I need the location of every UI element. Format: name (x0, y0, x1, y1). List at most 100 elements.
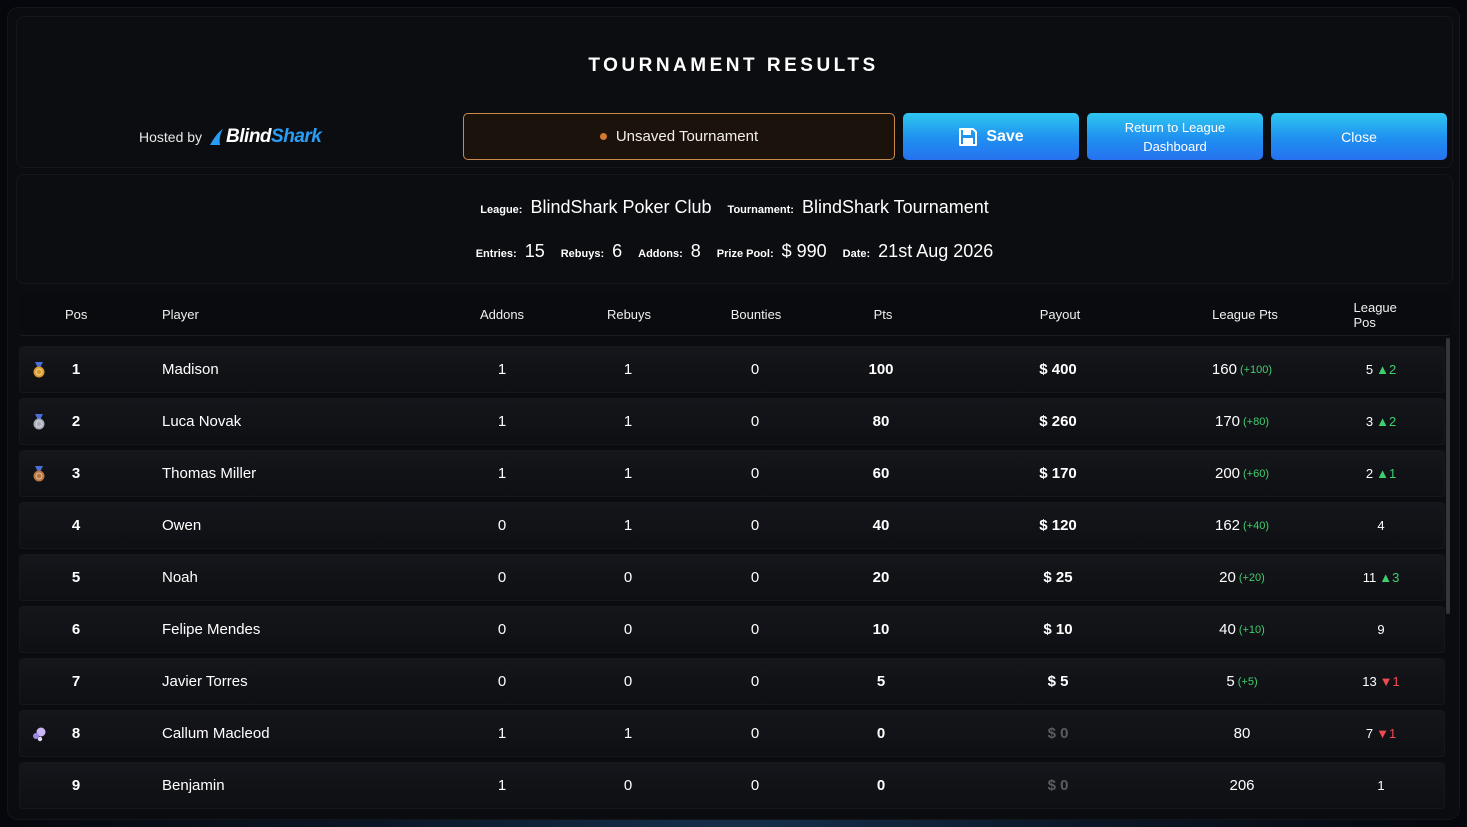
pos-cell: 2 (71, 413, 81, 430)
payout-cell: $ 25 (1043, 569, 1073, 586)
rebuys-cell: 1 (623, 413, 633, 430)
player-name-cell[interactable]: Javier Torres (162, 659, 248, 704)
prize-pool-value: $ 990 (781, 241, 827, 261)
league-pts-value: 20 (1219, 569, 1236, 586)
addons-cell: 0 (497, 517, 507, 534)
bounties-cell: 0 (750, 621, 760, 638)
hosted-by: Hosted by BlindShark (139, 124, 322, 150)
pos-cell: 1 (71, 361, 81, 378)
pos-cell: 9 (71, 777, 81, 794)
pts-cell: 80 (872, 413, 890, 430)
payout-cell: $ 400 (1039, 361, 1077, 378)
league-pts-cell: 40 (+10) (1219, 607, 1265, 652)
league-pos-cell: 9 (1377, 607, 1384, 652)
league-pos-cell: 1 (1377, 763, 1384, 808)
rebuys-cell: 0 (623, 777, 633, 794)
status-dot-icon (599, 133, 607, 140)
save-button[interactable]: Save (903, 113, 1079, 160)
close-button[interactable]: Close (1271, 113, 1447, 160)
league-pts-value: 170 (1214, 413, 1241, 430)
league-pts-value: 40 (1219, 621, 1236, 638)
player-name-cell[interactable]: Benjamin (162, 763, 225, 808)
league-pos-cell: 4 (1377, 503, 1384, 548)
silver-medal-icon (33, 414, 45, 430)
table-row[interactable]: 8 Callum Macleod 1 1 0 0 $ 0 80 7 ▼ 1 (19, 710, 1445, 757)
player-name-cell[interactable]: Felipe Mendes (162, 607, 260, 652)
addons-cell: 1 (497, 465, 507, 482)
league-pts-value: 206 (1229, 777, 1255, 794)
return-to-dashboard-button[interactable]: Return to League Dashboard (1087, 113, 1263, 160)
rebuys-cell: 1 (623, 517, 633, 534)
column-header-pts[interactable]: Pts (874, 293, 893, 336)
league-name: BlindShark Poker Club (530, 197, 712, 217)
table-row[interactable]: 3 Thomas Miller 1 1 0 60 $ 170 200 (+60) … (19, 450, 1445, 497)
pts-cell: 100 (868, 361, 894, 378)
table-row[interactable]: 5 Noah 0 0 0 20 $ 25 20 (+20) 11 ▲ 3 (19, 554, 1445, 601)
table-scrollbar[interactable] (1446, 338, 1450, 614)
tournament-info-panel: League: BlindShark Poker Club Tournament… (16, 174, 1453, 284)
hosted-by-label: Hosted by (139, 129, 203, 145)
column-header-payout[interactable]: Payout (1040, 293, 1080, 336)
league-pts-cell: 206 (1229, 763, 1254, 808)
prize-pool-label: Prize Pool: (716, 248, 774, 260)
pts-cell: 20 (872, 569, 890, 586)
column-header-league-pos[interactable]: League Pos (1354, 293, 1419, 336)
date-value: 21st Aug 2026 (878, 241, 994, 261)
player-name-cell[interactable]: Owen (162, 503, 201, 548)
player-name-cell[interactable]: Noah (162, 555, 198, 600)
league-pos-cell: 5 ▲ 2 (1366, 347, 1396, 392)
trend-value: 2 (1388, 362, 1397, 377)
bounties-cell: 0 (750, 465, 760, 482)
pts-cell: 0 (876, 777, 886, 794)
date-label: Date: (842, 248, 871, 260)
pos-cell: 4 (71, 517, 81, 534)
league-pts-delta: (+100) (1239, 363, 1273, 376)
trend-value: 3 (1392, 570, 1400, 585)
table-row[interactable]: 6 Felipe Mendes 0 0 0 10 $ 10 40 (+10) 9 (19, 606, 1445, 653)
column-header-player[interactable]: Player (162, 293, 199, 336)
rebuys-cell: 1 (623, 465, 633, 482)
player-name-cell[interactable]: Luca Novak (162, 399, 241, 444)
bounties-cell: 0 (750, 413, 760, 430)
table-row[interactable]: 7 Javier Torres 0 0 0 5 $ 5 5 (+5) 13 ▼ 1 (19, 658, 1445, 705)
league-pts-cell: 20 (+20) (1219, 555, 1265, 600)
player-name-cell[interactable]: Callum Macleod (162, 711, 270, 756)
brand-text-blind: Blind (226, 126, 272, 147)
rebuys-label: Rebuys: (560, 248, 605, 260)
column-header-league-pts[interactable]: League Pts (1212, 293, 1278, 336)
tournament-label: Tournament: (727, 204, 794, 216)
trend-up-icon: ▲ (1376, 414, 1389, 429)
payout-cell: $ 0 (1047, 725, 1069, 742)
table-row[interactable]: 1 Madison 1 1 0 100 $ 400 160 (+100) 5 ▲ 2 (19, 346, 1445, 393)
pos-cell: 6 (71, 621, 81, 638)
table-row[interactable]: 2 Luca Novak 1 1 0 80 $ 260 170 (+80) 3 ▲ 2 (19, 398, 1445, 445)
gold-medal-icon (33, 362, 45, 378)
bounties-cell: 0 (750, 517, 760, 534)
league-pos-cell: 11 ▲ 3 (1363, 555, 1400, 600)
player-name-cell[interactable]: Thomas Miller (162, 451, 256, 496)
league-pos-value: 7 (1365, 726, 1374, 741)
addons-cell: 1 (497, 361, 507, 378)
table-row[interactable]: 4 Owen 0 1 0 40 $ 120 162 (+40) 4 (19, 502, 1445, 549)
bounties-cell: 0 (750, 725, 760, 742)
league-pos-cell: 7 ▼ 1 (1366, 711, 1396, 756)
league-pts-delta: (+5) (1237, 675, 1258, 688)
pos-cell: 5 (71, 569, 81, 586)
info-row-league: League: BlindShark Poker Club Tournament… (17, 197, 1452, 218)
league-pts-value: 160 (1211, 361, 1237, 378)
player-name-cell[interactable]: Madison (162, 347, 219, 392)
bounties-cell: 0 (750, 777, 760, 794)
league-pts-value: 162 (1214, 517, 1241, 534)
column-header-rebuys[interactable]: Rebuys (607, 293, 651, 336)
column-header-bounties[interactable]: Bounties (731, 293, 782, 336)
table-row[interactable]: 9 Benjamin 1 0 0 0 $ 0 206 1 (19, 762, 1445, 809)
league-pos-value: 3 (1365, 414, 1374, 429)
league-pos-value: 4 (1377, 518, 1385, 533)
column-header-addons[interactable]: Addons (480, 293, 524, 336)
payout-cell: $ 120 (1039, 517, 1077, 534)
brand-text-shark: Shark (271, 126, 322, 147)
league-pos-cell: 3 ▲ 2 (1366, 399, 1396, 444)
trend-up-icon: ▲ (1376, 362, 1389, 377)
column-header-pos[interactable]: Pos (65, 293, 87, 336)
pos-cell: 8 (71, 725, 81, 742)
